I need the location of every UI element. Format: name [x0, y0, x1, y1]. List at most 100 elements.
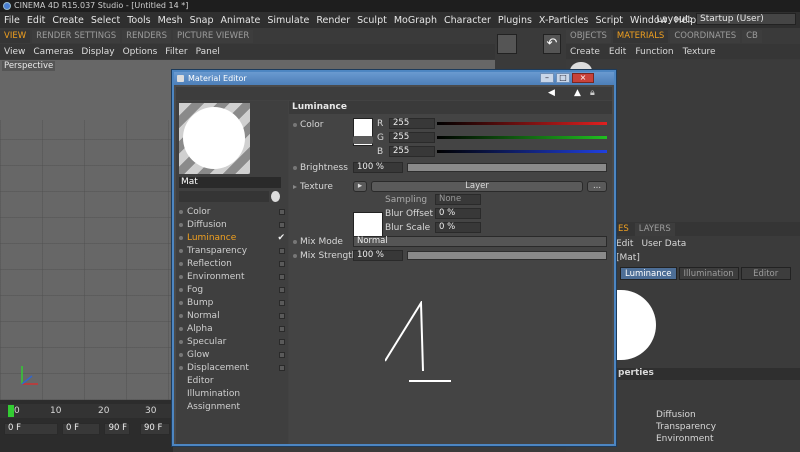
material-preview[interactable]: [179, 103, 250, 174]
blur-offset-field[interactable]: 0 %: [435, 208, 481, 219]
channel-reflection[interactable]: Reflection: [179, 257, 285, 270]
menu-file[interactable]: File: [4, 15, 20, 26]
channel-editor[interactable]: Editor: [179, 374, 285, 387]
channel-checkbox[interactable]: [279, 286, 285, 293]
channel-checkbox[interactable]: [279, 364, 285, 371]
channel-assignment[interactable]: Assignment: [179, 400, 285, 413]
r-field[interactable]: 255: [389, 118, 435, 129]
menu-edit[interactable]: Edit: [609, 47, 626, 57]
tab-attributes[interactable]: ES: [614, 222, 633, 236]
lock-icon[interactable]: 🔒︎: [590, 88, 595, 98]
menu-x-particles[interactable]: X-Particles: [539, 15, 589, 26]
viewport-menu-panel[interactable]: Panel: [196, 47, 220, 57]
menu-mesh[interactable]: Mesh: [158, 15, 183, 26]
tab-picture-viewer[interactable]: PICTURE VIEWER: [172, 30, 254, 43]
menu-tools[interactable]: Tools: [127, 15, 150, 26]
end-frame-field[interactable]: 90 F: [140, 423, 170, 435]
tab-coordinates[interactable]: COORDINATES: [670, 30, 741, 43]
range-end-field[interactable]: 90 F: [104, 423, 130, 435]
viewport-menu-cameras[interactable]: Cameras: [33, 47, 73, 57]
cube-tool-icon[interactable]: [497, 34, 517, 54]
tab-objects[interactable]: OBJECTS: [566, 30, 611, 43]
material-comment-field[interactable]: [179, 191, 269, 202]
channel-diffusion[interactable]: Diffusion: [179, 218, 285, 231]
menu-mograph[interactable]: MoGraph: [394, 15, 437, 26]
up-arrow-icon[interactable]: ▲: [574, 88, 581, 98]
channel-checkbox[interactable]: [279, 247, 285, 254]
texture-more-button[interactable]: ...: [587, 181, 607, 192]
channel-checkbox[interactable]: [279, 273, 285, 280]
channel-checkbox[interactable]: [279, 312, 285, 319]
channel-normal[interactable]: Normal: [179, 309, 285, 322]
channel-checkbox-checked[interactable]: ✔: [277, 233, 285, 243]
mix-mode-dropdown[interactable]: Normal: [353, 236, 607, 247]
menu-edit[interactable]: Edit: [27, 15, 45, 26]
channel-alpha[interactable]: Alpha: [179, 322, 285, 335]
channel-luminance[interactable]: Luminance ✔: [179, 231, 285, 244]
tab-editor[interactable]: Editor: [740, 267, 791, 280]
channel-environment[interactable]: Environment: [179, 270, 285, 283]
channel-checkbox[interactable]: [279, 325, 285, 332]
viewport-menu-options[interactable]: Options: [123, 47, 158, 57]
tab-illumination[interactable]: Illumination: [678, 267, 739, 280]
tab-view[interactable]: VIEW: [0, 30, 31, 43]
mix-strength-field[interactable]: 100 %: [353, 250, 403, 261]
range-start-field[interactable]: 0 F: [62, 423, 100, 435]
r-slider[interactable]: [437, 122, 607, 125]
menu-snap[interactable]: Snap: [190, 15, 214, 26]
material-name-field[interactable]: Mat: [179, 177, 281, 188]
channel-checkbox[interactable]: [279, 351, 285, 358]
menu-character[interactable]: Character: [444, 15, 491, 26]
texture-arrow-button[interactable]: ▸: [353, 181, 367, 192]
back-arrow-icon[interactable]: ◀: [548, 88, 555, 98]
channel-checkbox[interactable]: [279, 208, 285, 215]
brightness-slider[interactable]: [407, 163, 607, 172]
color-picker-button[interactable]: [353, 136, 373, 144]
menu-texture[interactable]: Texture: [683, 47, 716, 57]
menu-create[interactable]: Create: [570, 47, 600, 57]
g-field[interactable]: 255: [389, 132, 435, 143]
channel-fog[interactable]: Fog: [179, 283, 285, 296]
channel-specular[interactable]: Specular: [179, 335, 285, 348]
maximize-button[interactable]: □: [556, 73, 570, 83]
close-button[interactable]: ×: [572, 73, 594, 83]
viewport-menu-view[interactable]: View: [4, 47, 25, 57]
menu-render[interactable]: Render: [316, 15, 350, 26]
menu-script[interactable]: Script: [595, 15, 623, 26]
tab-renders[interactable]: RENDERS: [122, 30, 171, 43]
menu-plugins[interactable]: Plugins: [498, 15, 532, 26]
tab-materials[interactable]: MATERIALS: [612, 30, 669, 43]
b-field[interactable]: 255: [389, 146, 435, 157]
brightness-field[interactable]: 100 %: [353, 162, 403, 173]
sampling-dropdown[interactable]: None: [435, 194, 481, 205]
tab-layers[interactable]: LAYERS: [634, 222, 675, 236]
channel-illumination[interactable]: Illumination: [179, 387, 285, 400]
undo-icon[interactable]: ↶: [543, 34, 561, 54]
tab-render-settings[interactable]: RENDER SETTINGS: [32, 30, 121, 43]
layout-dropdown[interactable]: Startup (User): [696, 13, 796, 25]
minimize-button[interactable]: –: [540, 73, 554, 83]
menu-function[interactable]: Function: [635, 47, 673, 57]
tab-cb[interactable]: CB: [742, 30, 762, 43]
menu-animate[interactable]: Animate: [221, 15, 261, 26]
channel-color[interactable]: Color: [179, 205, 285, 218]
timeline[interactable]: 0 10 20 30 0 F 0 F 90 F 90 F: [0, 400, 173, 452]
channel-checkbox[interactable]: [279, 299, 285, 306]
channel-displacement[interactable]: Displacement: [179, 361, 285, 374]
menu-edit[interactable]: Edit: [616, 239, 633, 249]
menu-select[interactable]: Select: [91, 15, 120, 26]
viewport-menu-filter[interactable]: Filter: [165, 47, 187, 57]
channel-checkbox[interactable]: [279, 338, 285, 345]
viewport-menu-display[interactable]: Display: [81, 47, 114, 57]
channel-transparency[interactable]: Transparency: [179, 244, 285, 257]
channel-bump[interactable]: Bump: [179, 296, 285, 309]
attr-channel-transparency[interactable]: Transparency: [656, 422, 716, 432]
channel-checkbox[interactable]: [279, 221, 285, 228]
menu-simulate[interactable]: Simulate: [267, 15, 309, 26]
attr-channel-environment[interactable]: Environment: [656, 434, 716, 444]
attr-channel-diffusion[interactable]: Diffusion: [656, 410, 716, 420]
menu-user-data[interactable]: User Data: [641, 239, 686, 249]
menu-sculpt[interactable]: Sculpt: [357, 15, 387, 26]
g-slider[interactable]: [437, 136, 607, 139]
material-editor-titlebar[interactable]: Material Editor – □ ×: [174, 72, 614, 85]
